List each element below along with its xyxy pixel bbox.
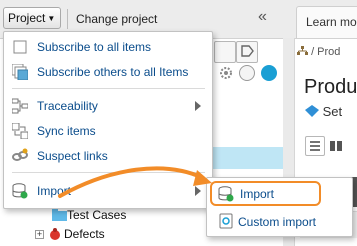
submenu-item-import[interactable]: Import [210,181,321,206]
set-row: Set [305,104,342,119]
toolbar-divider [67,9,68,29]
page-title: Produ [304,76,357,98]
tree-item-label: Test Cases [67,208,127,222]
suspect-links-icon [12,148,28,161]
menu-item-traceability[interactable]: Traceability [4,94,212,118]
tab-learn-more[interactable]: Learn mo [296,6,357,38]
chevron-right-icon [195,101,201,111]
tree-item-label: Defects [64,227,105,241]
import-submenu: Import Custom import [206,177,353,237]
menu-icon[interactable] [305,136,325,156]
project-menu-button[interactable]: Project ▼ [3,7,61,29]
breadcrumb: / Prod [297,46,340,58]
menu-item-label: Traceability [37,99,98,113]
book-icon[interactable] [329,139,343,153]
diamond-icon [305,105,319,117]
folder-icon [52,209,67,221]
bug-icon [50,228,60,240]
subscribe-others-icon [12,64,28,80]
collapse-panel-icon[interactable]: « [258,8,267,26]
tree-expander[interactable]: + [35,230,44,239]
menu-item-sync-items[interactable]: Sync items [4,119,212,143]
menu-divider [12,172,205,173]
gear-icon[interactable] [218,65,234,81]
menu-item-label: Subscribe others to all Items [37,65,189,79]
custom-import-icon [219,213,233,229]
menu-divider [12,88,205,89]
panel-tool-button[interactable] [214,41,236,63]
info-icon[interactable] [261,65,277,81]
chevron-right-icon [195,186,201,196]
menu-item-label: Sync items [37,124,96,138]
checkbox-icon [13,40,27,54]
breadcrumb-text: / Prod [311,46,341,58]
submenu-item-label: Custom import [238,215,317,229]
change-project-link[interactable]: Change project [76,12,157,26]
menu-item-label: Import [37,184,72,198]
filter-icon[interactable] [239,65,255,81]
menu-item-label: Suspect links [37,149,108,163]
traceability-icon [12,98,28,114]
chevron-down-icon: ▼ [47,14,56,23]
hierarchy-icon [297,46,308,55]
menu-item-label: Subscribe to all items [37,40,152,54]
tag-icon[interactable] [236,41,258,63]
sync-items-icon [12,123,28,139]
project-button-label: Project [8,11,46,25]
set-label: Set [322,104,343,119]
menu-item-import[interactable]: Import [4,179,212,203]
menu-item-subscribe-others[interactable]: Subscribe others to all Items [4,60,212,84]
submenu-item-label: Import [240,187,275,201]
submenu-item-custom-import[interactable]: Custom import [210,210,350,234]
project-dropdown-menu: Subscribe to all items Subscribe others … [3,31,213,209]
import-icon [218,186,234,202]
menu-item-suspect-links[interactable]: Suspect links [4,144,212,168]
import-icon [12,183,28,199]
menu-item-subscribe-all[interactable]: Subscribe to all items [4,35,212,59]
selected-tree-row [212,147,283,169]
